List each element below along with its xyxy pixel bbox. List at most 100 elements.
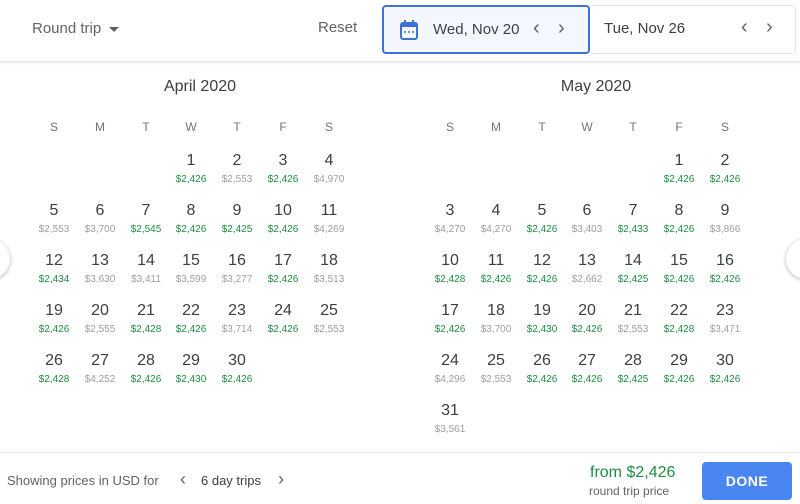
calendar-day[interactable]: 10 $2,426 [261, 202, 305, 237]
calendar-day[interactable]: 5 $2,426 [520, 202, 564, 237]
chevron-left-icon[interactable]: ‹ [180, 469, 186, 490]
day-number: 3 [278, 152, 288, 169]
day-price: $3,561 [434, 424, 466, 435]
calendar-day[interactable]: 25 $2,553 [474, 352, 518, 387]
day-number: 18 [487, 302, 505, 319]
trip-type-dropdown[interactable]: Round trip [32, 20, 120, 37]
calendar-day[interactable]: 8 $2,426 [657, 202, 701, 237]
day-number: 8 [186, 202, 196, 219]
chevron-right-icon[interactable]: › [558, 18, 565, 38]
day-number: 25 [320, 302, 338, 319]
calendar-day[interactable]: 18 $3,513 [307, 252, 351, 287]
calendar-day[interactable]: 25 $2,553 [307, 302, 351, 337]
calendar-day[interactable]: 14 $3,411 [124, 252, 168, 287]
calendar-day[interactable]: 16 $2,426 [703, 252, 747, 287]
calendar-day[interactable]: 15 $2,426 [657, 252, 701, 287]
day-number: 3 [445, 202, 455, 219]
calendar-day[interactable]: 30 $2,426 [215, 352, 259, 387]
calendar-day[interactable]: 28 $2,426 [124, 352, 168, 387]
calendar-day[interactable]: 6 $3,403 [565, 202, 609, 237]
return-date-field[interactable]: Tue, Nov 26 ‹ › [590, 5, 796, 54]
calendar-day[interactable]: 13 $3,630 [78, 252, 122, 287]
calendar-day[interactable]: 27 $4,252 [78, 352, 122, 387]
day-number: 24 [274, 302, 292, 319]
calendar-day[interactable]: 21 $2,553 [611, 302, 655, 337]
calendar-day[interactable]: 19 $2,426 [32, 302, 76, 337]
chevron-right-icon[interactable]: › [766, 17, 773, 37]
day-price: $2,425 [617, 374, 649, 385]
day-price: $2,425 [221, 224, 253, 235]
chevron-right-icon[interactable]: › [278, 469, 284, 490]
calendar-day[interactable]: 10 $2,428 [428, 252, 472, 287]
calendar-day[interactable]: 30 $2,426 [703, 352, 747, 387]
day-number: 15 [182, 252, 200, 269]
day-price: $2,426 [571, 324, 603, 335]
day-number: 26 [45, 352, 63, 369]
day-price: $2,426 [571, 374, 603, 385]
calendar-day[interactable]: 31 $3,561 [428, 402, 472, 437]
calendar-day[interactable]: 4 $4,270 [474, 202, 518, 237]
calendar-day[interactable]: 20 $2,555 [78, 302, 122, 337]
done-button[interactable]: DONE [702, 462, 792, 500]
calendar-day[interactable]: 14 $2,425 [611, 252, 655, 287]
calendar-day[interactable]: 24 $4,296 [428, 352, 472, 387]
day-number: 21 [137, 302, 155, 319]
day-price: $2,426 [434, 324, 466, 335]
day-number: 27 [91, 352, 109, 369]
calendar-day[interactable]: 20 $2,426 [565, 302, 609, 337]
day-price: $3,277 [221, 274, 253, 285]
day-price: $2,426 [526, 274, 558, 285]
calendar-day[interactable]: 27 $2,426 [565, 352, 609, 387]
calendar-day[interactable]: 22 $2,428 [657, 302, 701, 337]
calendar-day[interactable]: 7 $2,545 [124, 202, 168, 237]
day-number: 10 [274, 202, 292, 219]
calendar-day[interactable]: 6 $3,700 [78, 202, 122, 237]
calendar-day[interactable]: 7 $2,433 [611, 202, 655, 237]
calendar-day[interactable]: 22 $2,426 [169, 302, 213, 337]
calendar-day[interactable]: 2 $2,426 [703, 152, 747, 187]
calendar-day[interactable]: 8 $2,426 [169, 202, 213, 237]
calendar-day[interactable]: 3 $4,270 [428, 202, 472, 237]
calendar-day[interactable]: 3 $2,426 [261, 152, 305, 187]
weekday-label: M [95, 120, 105, 134]
day-price: $4,270 [480, 224, 512, 235]
calendar-day[interactable]: 29 $2,426 [657, 352, 701, 387]
day-number: 6 [95, 202, 105, 219]
calendar-day[interactable]: 23 $3,471 [703, 302, 747, 337]
calendar-day[interactable]: 1 $2,426 [657, 152, 701, 187]
calendar-day[interactable]: 11 $2,426 [474, 252, 518, 287]
chevron-left-icon[interactable]: ‹ [533, 18, 540, 38]
calendar-day[interactable]: 11 $4,269 [307, 202, 351, 237]
chevron-left-icon[interactable]: ‹ [741, 17, 748, 37]
calendar-day[interactable]: 1 $2,426 [169, 152, 213, 187]
departure-date: Wed, Nov 20 [433, 21, 520, 38]
calendar-day[interactable]: 26 $2,428 [32, 352, 76, 387]
day-number: 11 [320, 202, 338, 219]
calendar-day[interactable]: 16 $3,277 [215, 252, 259, 287]
calendar-day[interactable]: 29 $2,430 [169, 352, 213, 387]
day-price: $2,426 [480, 274, 512, 285]
calendar-day[interactable]: 12 $2,426 [520, 252, 564, 287]
day-number: 8 [674, 202, 684, 219]
calendar-day[interactable]: 9 $3,866 [703, 202, 747, 237]
calendar-day[interactable]: 18 $3,700 [474, 302, 518, 337]
calendar-day[interactable]: 21 $2,428 [124, 302, 168, 337]
calendar-day[interactable]: 17 $2,426 [428, 302, 472, 337]
calendar-day[interactable]: 13 $2,662 [565, 252, 609, 287]
calendar-day[interactable]: 4 $4,970 [307, 152, 351, 187]
calendar-day[interactable]: 24 $2,426 [261, 302, 305, 337]
day-price: $2,426 [709, 174, 741, 185]
reset-button[interactable]: Reset [318, 19, 357, 36]
calendar-day[interactable]: 15 $3,599 [169, 252, 213, 287]
calendar-day[interactable]: 17 $2,426 [261, 252, 305, 287]
calendar-day[interactable]: 26 $2,426 [520, 352, 564, 387]
calendar-day[interactable]: 12 $2,434 [32, 252, 76, 287]
calendar-day[interactable]: 28 $2,425 [611, 352, 655, 387]
calendar-day[interactable]: 2 $2,553 [215, 152, 259, 187]
calendar-day[interactable]: 19 $2,430 [520, 302, 564, 337]
day-price: $2,428 [130, 324, 162, 335]
calendar-day[interactable]: 5 $2,553 [32, 202, 76, 237]
departure-date-field[interactable]: Wed, Nov 20 ‹ › [382, 5, 590, 54]
calendar-day[interactable]: 9 $2,425 [215, 202, 259, 237]
calendar-day[interactable]: 23 $3,714 [215, 302, 259, 337]
